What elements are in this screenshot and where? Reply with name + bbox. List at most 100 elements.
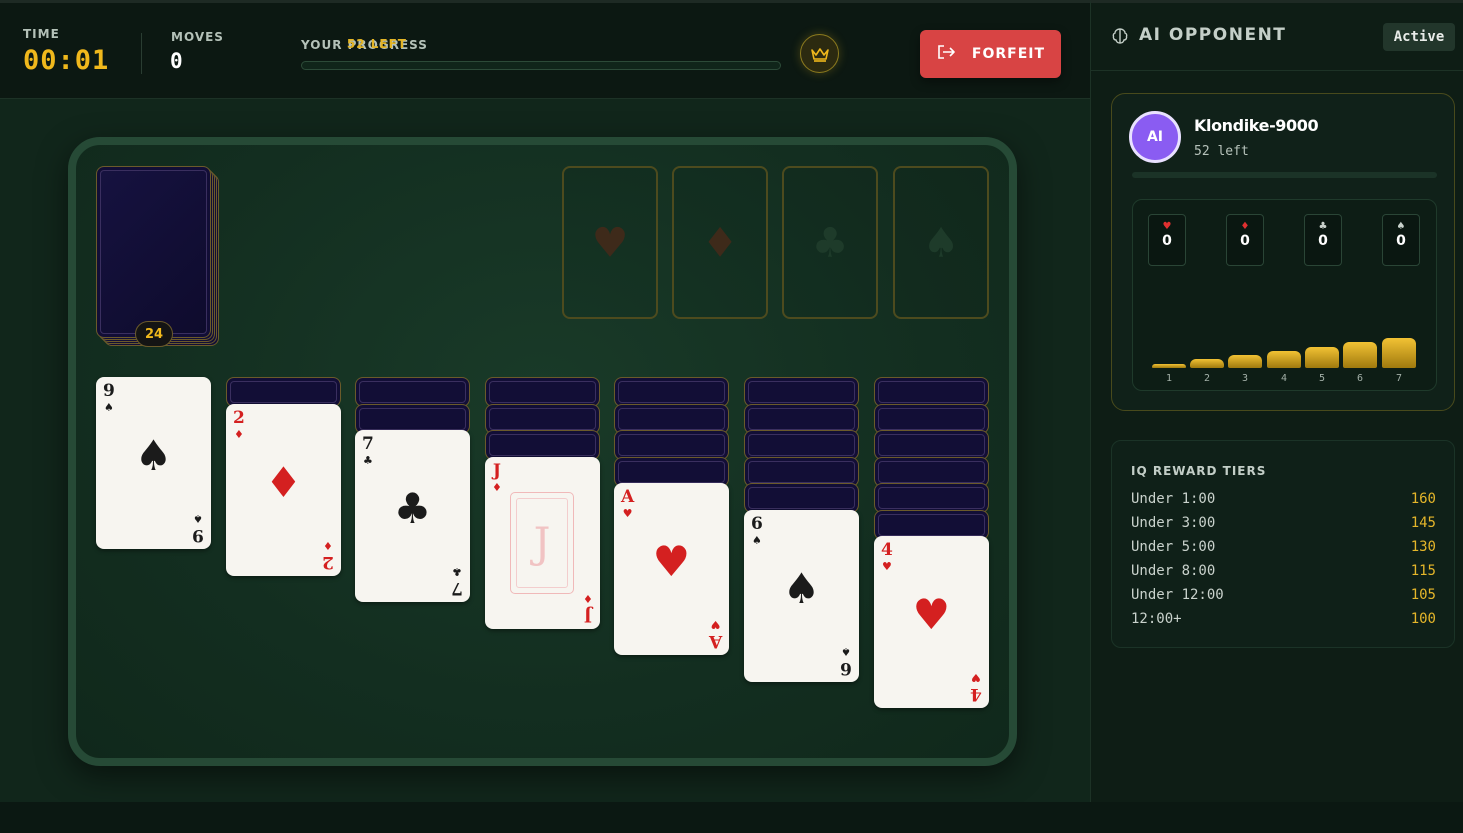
tier-value: 115	[1410, 563, 1436, 579]
tier-value: 130	[1410, 539, 1436, 555]
opponent-pile-label: 1	[1165, 373, 1173, 384]
face-down-card	[355, 377, 470, 407]
tier-label: 12:00+	[1131, 611, 1182, 627]
opponent-pile-bar	[1382, 337, 1416, 368]
forfeit-button[interactable]: FORFEIT	[920, 30, 1061, 78]
foundation-slot[interactable]: ♠	[893, 166, 989, 319]
foundation-slot[interactable]: ♦	[672, 166, 768, 319]
card-rank-top: 6 ♠	[751, 513, 763, 547]
tier-label: Under 3:00	[1131, 515, 1216, 531]
tier-label: Under 1:00	[1131, 491, 1216, 507]
face-card-art: J	[510, 491, 574, 594]
tier-row: 12:00+ 100	[1131, 611, 1436, 627]
card-suit-pip: ♠	[782, 563, 821, 613]
tableau-card[interactable]: 4 ♥ ♥ 4 ♥	[874, 536, 989, 708]
ai-opponent-panel: AI OPPONENT Active AI Klondike-9000 52 l…	[1090, 0, 1463, 802]
tableau-card[interactable]: 6 ♠ ♠ 6 ♠	[744, 509, 859, 682]
face-down-card	[355, 403, 470, 434]
face-down-card	[485, 377, 600, 407]
opponent-pile-bar	[1190, 359, 1224, 368]
opponent-foundation: ♦ 0	[1226, 214, 1264, 266]
time-value: 00:01	[23, 45, 110, 76]
opponent-pile-bar	[1343, 342, 1377, 368]
opponent-foundation: ♠ 0	[1382, 214, 1420, 266]
tier-label: Under 8:00	[1131, 563, 1216, 579]
card-rank-bottom: 6 ♠	[840, 644, 852, 678]
opponent-foundation: ♣ 0	[1304, 214, 1342, 266]
tableau-card[interactable]: 7 ♣ ♣ 7 ♣	[355, 430, 470, 602]
face-down-card	[226, 377, 341, 407]
card-suit-pip: ♥	[652, 537, 691, 586]
face-down-card	[614, 377, 729, 407]
opponent-foundation: ♥ 0	[1148, 214, 1186, 266]
card-suit-pip: ♠	[134, 431, 173, 480]
iq-reward-tiers: IQ REWARD TIERS Under 1:00 160 Under 3:00 1…	[1111, 440, 1455, 648]
bottom-strip	[0, 802, 1463, 833]
opponent-pile-label: 3	[1241, 373, 1249, 384]
face-down-card	[744, 430, 859, 460]
tableau-card[interactable]: 2 ♦ ♦ 2 ♦	[226, 403, 341, 576]
tableau-card[interactable]: A ♥ ♥ A ♥	[614, 483, 729, 655]
card-rank-bottom: 9 ♠	[192, 512, 204, 545]
tier-value: 160	[1410, 491, 1436, 507]
card-rank-top: 4 ♥	[881, 540, 893, 573]
crown-icon	[800, 34, 839, 73]
tier-row: Under 12:00 105	[1131, 587, 1436, 603]
game-header: TIME 00:01 MOVES 0 YOUR PROGRESS 52 LEFT…	[0, 0, 1090, 99]
card-rank-top: J ♦	[492, 460, 502, 494]
moves-label: MOVES	[171, 30, 224, 44]
card-rank-top: 9 ♠	[103, 381, 115, 414]
card-rank-bottom: 2 ♦	[322, 538, 334, 572]
tiers-title: IQ REWARD TIERS	[1131, 464, 1267, 478]
opponent-pile-label: 4	[1280, 373, 1288, 384]
face-down-card	[744, 483, 859, 513]
tier-row: Under 5:00 130	[1131, 539, 1436, 555]
opponent-pile-label: 5	[1318, 373, 1326, 384]
opponent-progress-bar	[1132, 172, 1437, 178]
card-rank-bottom: 7 ♣	[451, 565, 463, 598]
time-label: TIME	[23, 27, 60, 41]
opponent-pile-bar	[1228, 355, 1262, 368]
face-down-card	[874, 430, 989, 460]
panel-header: AI OPPONENT Active	[1091, 3, 1463, 71]
stock-count-badge: 24	[135, 321, 173, 347]
face-down-card	[874, 456, 989, 487]
forfeit-label: FORFEIT	[971, 46, 1046, 62]
opponent-card: AI Klondike-9000 52 left ♥ 0 ♦ 0 ♣ 0 ♠ 0 1 2 3 4 5 6 7	[1111, 93, 1455, 411]
face-down-card	[744, 377, 859, 407]
face-down-card	[614, 456, 729, 487]
progress-bar	[301, 61, 781, 70]
tier-value: 100	[1410, 611, 1436, 627]
card-rank-top: 7 ♣	[362, 434, 374, 467]
tier-value: 145	[1410, 515, 1436, 531]
foundation-slot[interactable]: ♥	[562, 166, 658, 319]
opponent-pile-bar	[1305, 346, 1339, 368]
card-rank-bottom: J ♦	[583, 591, 593, 625]
opponent-pile-label: 2	[1203, 373, 1211, 384]
tier-row: Under 8:00 115	[1131, 563, 1436, 579]
face-down-card	[874, 483, 989, 513]
face-down-card	[744, 456, 859, 487]
card-rank-bottom: 4 ♥	[970, 671, 982, 704]
card-rank-bottom: A ♥	[708, 618, 722, 651]
opponent-pile-label: 6	[1356, 373, 1364, 384]
avatar: AI	[1129, 111, 1181, 163]
tableau-card[interactable]: 9 ♠ ♠ 9 ♠	[96, 377, 211, 549]
face-down-card	[614, 430, 729, 460]
face-down-card	[485, 403, 600, 434]
card-suit-pip: ♣	[393, 484, 432, 533]
tableau-card[interactable]: J ♦ J J ♦	[485, 456, 600, 629]
tier-label: Under 12:00	[1131, 587, 1224, 603]
face-down-card	[874, 403, 989, 434]
opponent-name: Klondike-9000	[1194, 116, 1319, 135]
card-rank-top: A ♥	[621, 487, 635, 520]
face-down-card	[744, 403, 859, 434]
card-suit-pip: ♥	[912, 590, 951, 639]
status-badge: Active	[1383, 23, 1455, 51]
face-down-card	[874, 377, 989, 407]
foundation-slot[interactable]: ♣	[782, 166, 878, 319]
card-suit-pip: ♦	[264, 457, 303, 507]
tier-label: Under 5:00	[1131, 539, 1216, 555]
opponent-cards-left: 52 left	[1194, 144, 1249, 159]
tier-value: 105	[1410, 587, 1436, 603]
